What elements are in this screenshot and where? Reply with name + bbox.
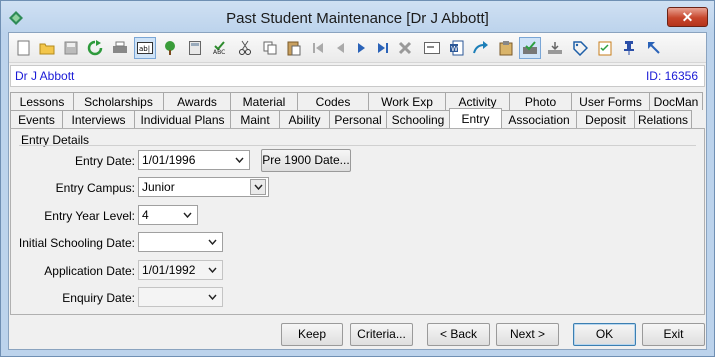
tab-work-exp[interactable]: Work Exp xyxy=(368,92,446,110)
save-icon[interactable] xyxy=(60,37,82,59)
entry-year-level-value: 4 xyxy=(142,208,149,222)
enquiry-date-label: Enquiry Date: xyxy=(62,291,135,305)
tab-awards[interactable]: Awards xyxy=(163,92,231,110)
pre-1900-date-button[interactable]: Pre 1900 Date... xyxy=(261,149,351,172)
tab-row-2: Events Interviews Individual Plans Maint… xyxy=(10,108,692,128)
tree-icon[interactable] xyxy=(159,37,181,59)
calculator-icon[interactable] xyxy=(184,37,206,59)
entry-date-label: Entry Date: xyxy=(74,154,135,168)
entry-date-value: 1/01/1996 xyxy=(142,153,196,167)
tab-schooling[interactable]: Schooling xyxy=(386,110,450,128)
tab-codes[interactable]: Codes xyxy=(297,92,369,110)
toolbar: ab| ABC W xyxy=(9,33,706,63)
title-bar: Past Student Maintenance [Dr J Abbott] ✕ xyxy=(1,1,714,33)
cut-icon[interactable] xyxy=(234,37,256,59)
previous-record-icon[interactable] xyxy=(329,37,351,59)
tab-photo[interactable]: Photo xyxy=(509,92,572,110)
print-icon[interactable] xyxy=(109,37,131,59)
tab-lessons[interactable]: Lessons xyxy=(10,92,74,110)
tab-individual-plans[interactable]: Individual Plans xyxy=(134,110,231,128)
next-record-icon[interactable] xyxy=(351,37,373,59)
tab-row-1: Lessons Scholarships Awards Material Cod… xyxy=(10,92,703,110)
tab-events[interactable]: Events xyxy=(10,110,63,128)
chevron-down-icon[interactable] xyxy=(204,233,220,251)
delete-icon[interactable] xyxy=(394,37,416,59)
svg-text:ab|: ab| xyxy=(139,45,150,53)
initial-schooling-date-field[interactable] xyxy=(138,232,223,252)
arrow-up-left-icon[interactable] xyxy=(643,37,665,59)
card-icon[interactable] xyxy=(421,37,443,59)
tab-association[interactable]: Association xyxy=(501,110,577,128)
keep-button[interactable]: Keep xyxy=(281,323,343,346)
next-button[interactable]: Next > xyxy=(496,323,559,346)
student-id: ID: 16356 xyxy=(645,69,698,83)
svg-text:W: W xyxy=(451,45,458,53)
entry-panel: Entry Details Entry Date: 1/01/1996 Pre … xyxy=(10,128,705,315)
button-bar: Keep Criteria... < Back Next > OK Exit xyxy=(9,315,706,349)
tab-personal[interactable]: Personal xyxy=(329,110,387,128)
checklist-icon[interactable] xyxy=(594,37,616,59)
last-record-icon[interactable] xyxy=(372,37,394,59)
app-window: Past Student Maintenance [Dr J Abbott] ✕… xyxy=(0,0,715,357)
application-date-value: 1/01/1992 xyxy=(142,263,196,277)
chevron-down-icon[interactable] xyxy=(204,261,220,279)
student-name: Dr J Abbott xyxy=(15,69,75,83)
copy-icon[interactable] xyxy=(259,37,281,59)
entry-campus-value: Junior xyxy=(142,180,175,194)
open-icon[interactable] xyxy=(36,37,58,59)
entry-date-field[interactable]: 1/01/1996 xyxy=(138,150,250,170)
chevron-down-icon[interactable] xyxy=(231,151,247,169)
chevron-down-icon[interactable] xyxy=(179,206,195,224)
initial-schooling-date-label: Initial Schooling Date: xyxy=(18,236,135,250)
checked-icon[interactable] xyxy=(519,37,541,59)
application-date-label: Application Date: xyxy=(44,264,135,278)
back-button[interactable]: < Back xyxy=(427,323,490,346)
forward-icon[interactable] xyxy=(470,37,492,59)
student-header: Dr J Abbott ID: 16356 xyxy=(10,65,705,87)
svg-text:ABC: ABC xyxy=(213,49,225,55)
window-title: Past Student Maintenance [Dr J Abbott] xyxy=(226,10,489,27)
new-icon[interactable] xyxy=(13,37,35,59)
word-icon[interactable]: W xyxy=(446,37,468,59)
entry-year-level-label: Entry Year Level: xyxy=(44,209,135,223)
tab-ability[interactable]: Ability xyxy=(279,110,330,128)
tab-relations[interactable]: Relations xyxy=(634,110,692,128)
tag-icon[interactable] xyxy=(569,37,591,59)
enquiry-date-field[interactable] xyxy=(138,287,223,307)
spellcheck-icon[interactable]: ABC xyxy=(209,37,231,59)
entry-campus-label: Entry Campus: xyxy=(55,181,135,195)
clipboard-icon[interactable] xyxy=(495,37,517,59)
entry-year-level-select[interactable]: 4 xyxy=(138,205,198,225)
application-date-field[interactable]: 1/01/1992 xyxy=(138,260,223,280)
close-button[interactable]: ✕ xyxy=(667,7,708,27)
ok-button[interactable]: OK xyxy=(573,323,636,346)
tab-docman[interactable]: DocMan xyxy=(649,92,703,110)
paste-icon[interactable] xyxy=(283,37,305,59)
entry-campus-select[interactable]: Junior xyxy=(138,177,269,197)
tab-entry[interactable]: Entry xyxy=(449,108,502,128)
first-record-icon[interactable] xyxy=(307,37,329,59)
tab-interviews[interactable]: Interviews xyxy=(62,110,135,128)
text-field-icon[interactable]: ab| xyxy=(134,37,156,59)
download-icon[interactable] xyxy=(544,37,566,59)
section-divider xyxy=(19,145,696,146)
criteria-button[interactable]: Criteria... xyxy=(350,323,413,346)
pin-icon[interactable] xyxy=(618,37,640,59)
main-area: ab| ABC W Dr J Abbott ID: 16356 Lessons … xyxy=(8,32,707,350)
tab-maint[interactable]: Maint xyxy=(230,110,280,128)
tab-deposit[interactable]: Deposit xyxy=(576,110,635,128)
chevron-down-icon[interactable] xyxy=(250,179,266,195)
tab-scholarships[interactable]: Scholarships xyxy=(73,92,164,110)
refresh-icon[interactable] xyxy=(84,37,106,59)
exit-button[interactable]: Exit xyxy=(642,323,705,346)
tab-material[interactable]: Material xyxy=(230,92,298,110)
tab-user-forms[interactable]: User Forms xyxy=(571,92,650,110)
chevron-down-icon[interactable] xyxy=(204,288,220,306)
